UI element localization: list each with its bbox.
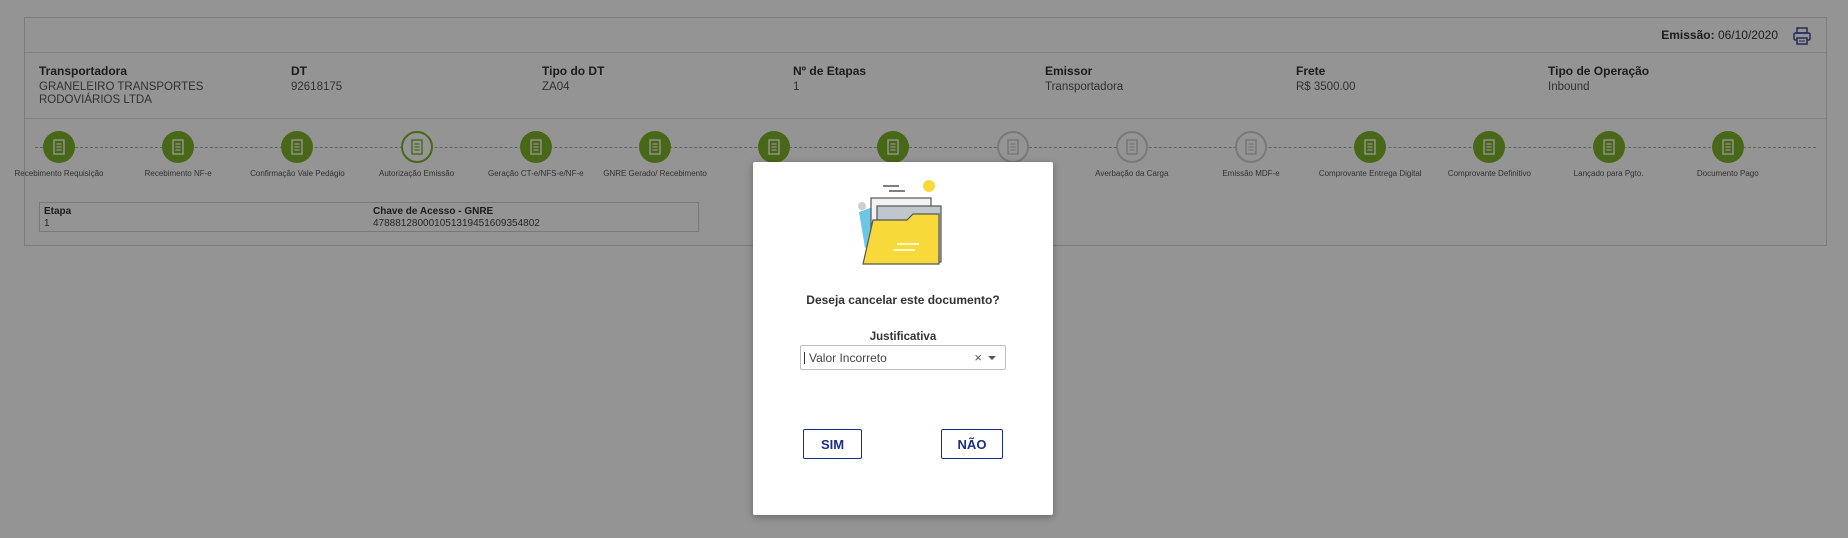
yes-button[interactable]: SIM [803, 429, 862, 459]
chevron-down-icon[interactable] [988, 355, 996, 360]
select-value: Valor Incorreto [809, 350, 887, 365]
no-button[interactable]: NÃO [941, 429, 1003, 459]
cancel-document-dialog: Deseja cancelar este documento? Justific… [753, 162, 1053, 515]
clear-icon[interactable]: × [974, 350, 982, 365]
dialog-question: Deseja cancelar este documento? [806, 293, 1000, 307]
justificativa-select[interactable]: Valor Incorreto × [800, 345, 1006, 370]
folder-illustration [858, 180, 942, 265]
justificativa-label: Justificativa [869, 331, 937, 343]
text-caret [804, 351, 805, 364]
